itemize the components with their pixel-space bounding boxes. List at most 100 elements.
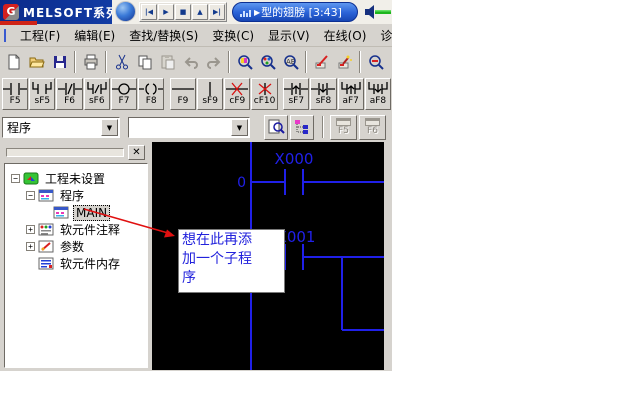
media-player-logo-icon[interactable] (115, 1, 136, 22)
now-playing-pill[interactable]: ▶ 型的翅膀 [3:43] (232, 2, 358, 22)
volume-speaker-icon[interactable] (362, 3, 392, 21)
memory-icon (38, 257, 54, 270)
fkey-label: F5 (10, 96, 21, 106)
fkey-label: sF9 (202, 96, 218, 106)
mdi-child-icon[interactable] (4, 29, 6, 42)
fkey-F6-button[interactable]: F6 (56, 78, 82, 110)
program-combobox-value: 程序 (3, 119, 100, 136)
block-combobox[interactable]: ▼ (128, 117, 250, 138)
page-magnifier-icon (267, 118, 285, 136)
tree-item-label[interactable]: 软元件注释 (58, 221, 122, 238)
undo-button[interactable] (179, 50, 202, 74)
menu-item[interactable]: 工程(F) (13, 25, 67, 47)
menu-item[interactable]: 诊 (373, 25, 392, 47)
comment-icon (38, 223, 54, 236)
fkey-aF7-button[interactable]: aF7 (338, 78, 364, 110)
panel-close-button[interactable]: ✕ (128, 145, 145, 160)
tree-item-程序[interactable]: − 程序 (5, 187, 147, 204)
fkey-F9-button[interactable]: F9 (170, 78, 196, 110)
tree-item-label[interactable]: 程序 (58, 187, 86, 204)
contact-label-x000[interactable]: X000 (275, 150, 314, 168)
find-string-button[interactable]: AB (279, 50, 302, 74)
braces-icon (139, 82, 163, 96)
fkey-sF5-button[interactable]: sF5 (29, 78, 55, 110)
tree-item-MAIN[interactable]: MAIN (5, 204, 147, 221)
annotation-note: 想在此再添 加一个子程 序 (178, 229, 285, 293)
menu-item[interactable]: 显示(V) (261, 25, 317, 47)
param-icon (38, 240, 54, 253)
ladder-block-f5-button-disabled[interactable]: F5 (330, 115, 357, 140)
tree-view-icon (293, 118, 311, 136)
redo-button[interactable] (202, 50, 225, 74)
play-button[interactable]: ▶ (158, 4, 174, 20)
tree-item-软元件内存[interactable]: 软元件内存 (5, 255, 147, 272)
panel-gripper[interactable] (6, 148, 124, 157)
pulse_up_par-icon (339, 82, 363, 96)
tree-item-参数[interactable]: + 参数 (5, 238, 147, 255)
print-button[interactable] (79, 50, 102, 74)
project-panel: ✕ −工程未设置−程序MAIN+软元件注释+参数软元件内存 (2, 142, 150, 370)
copy-button[interactable] (133, 50, 156, 74)
fkey-cF10-button[interactable]: cF10 (251, 78, 277, 110)
tree-item-label[interactable]: MAIN (73, 205, 110, 221)
menu-item[interactable]: 在线(O) (317, 25, 374, 47)
fkey-sF7-button[interactable]: sF7 (283, 78, 309, 110)
find-button[interactable] (233, 50, 256, 74)
window-glyph-icon (336, 118, 351, 126)
pulse_down_par-icon (366, 82, 390, 96)
tree-item-label[interactable]: 工程未设置 (43, 170, 107, 187)
previous-track-button[interactable]: |◀ (141, 4, 157, 20)
next-track-button[interactable]: ▶| (209, 4, 225, 20)
menu-item[interactable]: 变换(C) (205, 25, 261, 47)
collapse-minus-icon[interactable]: − (26, 191, 35, 200)
open-button[interactable] (25, 50, 48, 74)
fkey-aF8-button[interactable]: aF8 (365, 78, 391, 110)
project-data-list-button[interactable] (290, 115, 314, 140)
eject-button[interactable]: ▲ (192, 4, 208, 20)
chevron-down-icon[interactable]: ▼ (231, 119, 248, 136)
program-combobox[interactable]: 程序 ▼ (2, 117, 120, 138)
menu-item[interactable]: 编辑(E) (67, 25, 122, 47)
play-indicator-icon: ▶ (254, 8, 260, 17)
fkey-F5-button[interactable]: F5 (2, 78, 28, 110)
fkey-sF6-button[interactable]: sF6 (84, 78, 110, 110)
pulse_down-icon (311, 82, 335, 96)
chevron-down-icon[interactable]: ▼ (101, 119, 118, 136)
toolbar-separator (74, 51, 76, 73)
toolbar-separator (359, 51, 361, 73)
cut-button[interactable] (110, 50, 133, 74)
fkey-sF9-button[interactable]: sF9 (197, 78, 223, 110)
stop-button[interactable]: ■ (175, 4, 191, 20)
data-switch-toolbar: 程序 ▼ ▼ (0, 112, 392, 142)
paste-button[interactable] (156, 50, 179, 74)
save-button[interactable] (48, 50, 71, 74)
fkey-F8-button[interactable]: F8 (138, 78, 164, 110)
device-batch-button[interactable] (333, 50, 356, 74)
program-check-button[interactable] (264, 115, 288, 140)
menu-items: 工程(F)编辑(E)查找/替换(S)变换(C)显示(V)在线(O)诊 (13, 25, 392, 47)
toolbar-separator (305, 51, 307, 73)
fkey-label: cF9 (229, 96, 245, 106)
fkey-sF8-button[interactable]: sF8 (310, 78, 336, 110)
collapse-minus-icon[interactable]: − (11, 174, 20, 183)
tree-item-label[interactable]: 软元件内存 (58, 255, 122, 272)
expand-plus-icon[interactable]: + (26, 242, 35, 251)
project-icon (23, 172, 39, 185)
fkey-cF9-button[interactable]: cF9 (224, 78, 250, 110)
device-test-button[interactable] (310, 50, 333, 74)
gray-button-label: F6 (367, 126, 378, 136)
tree-item-label[interactable]: 参数 (58, 238, 86, 255)
menu-item[interactable]: 查找/替换(S) (122, 25, 205, 47)
fkey-label: F8 (146, 96, 157, 106)
toolbar-separator (105, 51, 107, 73)
expand-plus-icon[interactable]: + (26, 225, 35, 234)
new-button[interactable] (2, 50, 25, 74)
ladder-block-f6-button-disabled[interactable]: F6 (359, 115, 386, 140)
window-glyph-icon (365, 118, 380, 126)
find-device-button[interactable] (256, 50, 279, 74)
toolbar-separator (228, 51, 230, 73)
tree-item-工程未设置[interactable]: − 工程未设置 (5, 170, 147, 187)
tree-item-软元件注释[interactable]: + 软元件注释 (5, 221, 147, 238)
monitor-button[interactable] (364, 50, 387, 74)
fkey-F7-button[interactable]: F7 (111, 78, 137, 110)
